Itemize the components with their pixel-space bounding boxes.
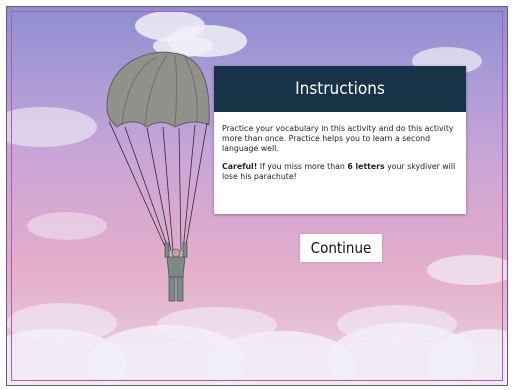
letters-limit: 6 letters xyxy=(347,162,385,171)
parachute-icon xyxy=(106,51,210,128)
instructions-paragraph: Practice your vocabulary in this activit… xyxy=(222,124,454,153)
instructions-panel: Instructions Practice your vocabulary in… xyxy=(214,66,466,214)
instructions-title: Instructions xyxy=(214,66,466,112)
warning-text-before: If you miss more than xyxy=(257,162,348,171)
instructions-body: Practice your vocabulary in this activit… xyxy=(214,112,466,182)
continue-button[interactable]: Continue xyxy=(300,234,382,262)
suspension-lines xyxy=(108,120,208,252)
warning-label: Careful! xyxy=(222,162,258,171)
warning-paragraph: Careful! If you miss more than 6 letters… xyxy=(222,162,458,182)
skydiver-figure xyxy=(164,242,188,302)
